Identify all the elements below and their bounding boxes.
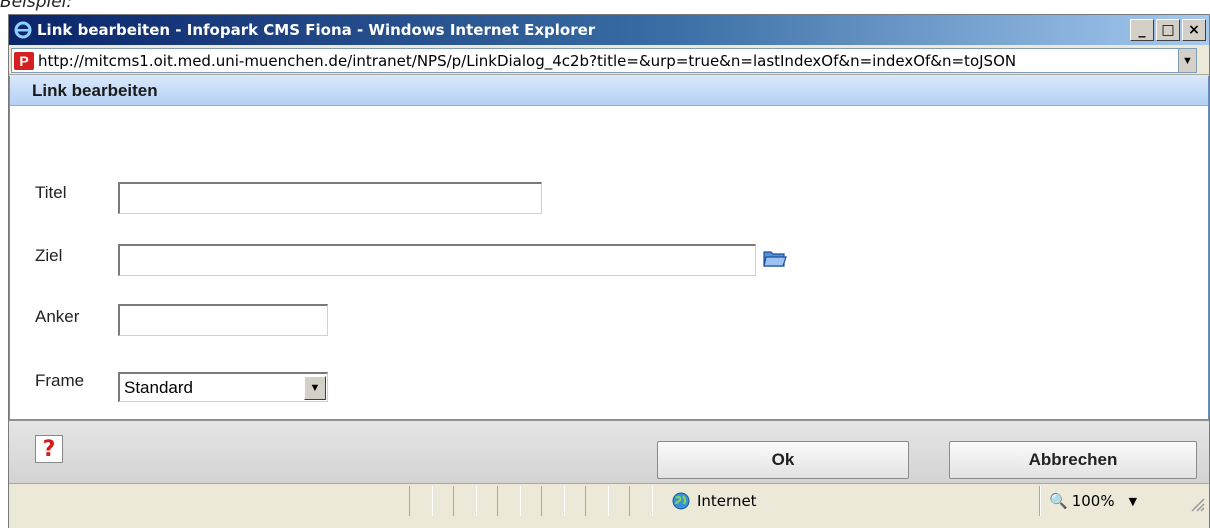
zoom-icon: 🔍: [1049, 492, 1068, 510]
status-cell: [409, 486, 433, 516]
help-button[interactable]: ?: [35, 435, 63, 463]
address-url[interactable]: http://mitcms1.oit.med.uni-muenchen.de/i…: [38, 52, 1178, 70]
title-bar[interactable]: Link bearbeiten - Infopark CMS Fiona - W…: [9, 15, 1209, 45]
address-bar: P http://mitcms1.oit.med.uni-muenchen.de…: [9, 45, 1209, 75]
site-icon: P: [14, 51, 34, 70]
caption-text: Beispiel:: [0, 0, 73, 12]
folder-icon: [763, 251, 787, 267]
status-cell: [453, 486, 477, 516]
minimize-button[interactable]: _: [1130, 19, 1154, 41]
dialog-header: Link bearbeiten: [10, 76, 1208, 106]
address-field[interactable]: P http://mitcms1.oit.med.uni-muenchen.de…: [11, 48, 1197, 73]
titel-input[interactable]: [118, 182, 542, 214]
status-bar: Internet 🔍 100% ▼: [9, 483, 1209, 528]
security-zone-label: Internet: [697, 492, 757, 510]
help-icon: ?: [42, 436, 56, 462]
frame-dropdown-button[interactable]: ▼: [304, 375, 326, 400]
status-cell: [541, 486, 565, 516]
internet-explorer-icon: [13, 20, 33, 40]
address-dropdown-button[interactable]: ▼: [1178, 49, 1196, 72]
close-button[interactable]: ×: [1182, 19, 1206, 41]
status-cell: [585, 486, 609, 516]
chevron-down-icon: ▼: [1128, 494, 1138, 508]
globe-icon: [672, 492, 690, 510]
ziel-label: Ziel: [35, 246, 63, 265]
dialog-button-bar: ? Ok Abbrechen: [9, 419, 1209, 483]
status-cell: [497, 486, 521, 516]
zoom-level: 100%: [1071, 492, 1115, 510]
zoom-control[interactable]: 🔍 100% ▼: [1049, 486, 1137, 516]
ok-button[interactable]: Ok: [657, 441, 909, 479]
dialog-content: Link bearbeiten Titel Ziel Anker Frame S…: [9, 76, 1209, 419]
window-title: Link bearbeiten - Infopark CMS Fiona - W…: [37, 21, 596, 39]
frame-label: Frame: [35, 371, 85, 390]
maximize-button[interactable]: □: [1156, 19, 1180, 41]
browse-folder-button[interactable]: [760, 243, 790, 273]
cancel-button[interactable]: Abbrechen: [949, 441, 1197, 479]
status-divider: [1039, 486, 1041, 516]
resize-grip-icon[interactable]: [1187, 494, 1205, 512]
titel-label: Titel: [35, 183, 67, 202]
anker-input[interactable]: [118, 304, 328, 336]
frame-select-value: Standard: [124, 377, 193, 397]
chevron-down-icon: ▼: [309, 381, 321, 394]
frame-select[interactable]: Standard ▼: [118, 372, 328, 402]
chevron-down-icon: ▼: [1182, 54, 1193, 67]
security-zone[interactable]: Internet: [671, 486, 757, 516]
anker-label: Anker: [35, 307, 80, 326]
dialog-title: Link bearbeiten: [32, 80, 158, 100]
browser-window: Link bearbeiten - Infopark CMS Fiona - W…: [8, 14, 1210, 528]
ziel-input[interactable]: [118, 244, 756, 276]
status-cell: [629, 486, 653, 516]
